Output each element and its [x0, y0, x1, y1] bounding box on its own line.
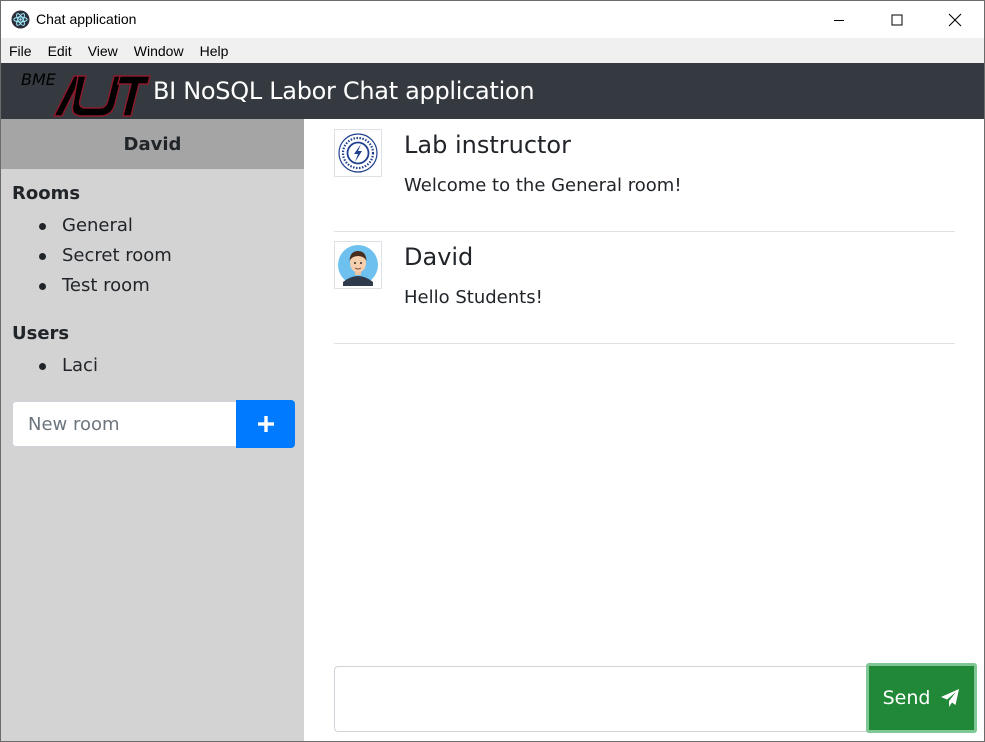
- message-text: Hello Students!: [404, 287, 543, 308]
- rooms-list: General Secret room Test room: [1, 211, 304, 301]
- users-heading: Users: [12, 323, 70, 344]
- maximize-icon: [891, 14, 903, 25]
- menu-edit[interactable]: Edit: [40, 43, 80, 59]
- menu-window[interactable]: Window: [126, 43, 192, 59]
- room-item-test-room[interactable]: Test room: [1, 271, 304, 301]
- logo-bme-text: BME: [21, 70, 57, 89]
- menu-bar: File Edit View Window Help: [1, 38, 984, 63]
- user-avatar-icon: [334, 241, 382, 289]
- maximize-button[interactable]: [868, 1, 926, 38]
- app-title: BI NoSQL Labor Chat application: [153, 77, 535, 105]
- user-item-laci[interactable]: Laci: [1, 351, 304, 381]
- send-button[interactable]: Send: [866, 663, 977, 733]
- message-input[interactable]: [334, 666, 874, 732]
- minimize-button[interactable]: [810, 1, 868, 38]
- users-list: Laci: [1, 351, 304, 381]
- title-bar: Chat application: [1, 1, 984, 38]
- room-item-general[interactable]: General: [1, 211, 304, 241]
- current-user-name: David: [1, 119, 304, 169]
- message-author: David: [404, 243, 474, 271]
- add-room-button[interactable]: [236, 400, 295, 448]
- new-room-input[interactable]: [12, 401, 236, 447]
- paper-plane-icon: [941, 689, 960, 707]
- menu-view[interactable]: View: [80, 43, 126, 59]
- bme-aut-logo: BME: [21, 70, 151, 117]
- sidebar: David Rooms General Secret room Test roo…: [1, 119, 304, 741]
- app-window: Chat application File Edit View Window H…: [0, 0, 985, 742]
- minimize-icon: [834, 19, 844, 21]
- room-item-secret-room[interactable]: Secret room: [1, 241, 304, 271]
- send-label: Send: [882, 687, 931, 709]
- electron-icon: [11, 10, 30, 29]
- close-button[interactable]: [926, 1, 984, 38]
- chat-panel: Lab instructor Welcome to the General ro…: [304, 119, 984, 741]
- window-title: Chat application: [36, 11, 137, 27]
- app-header: BME BI NoSQL Labor Chat application: [1, 63, 984, 119]
- message-author: Lab instructor: [404, 131, 571, 159]
- rooms-heading: Rooms: [12, 183, 81, 204]
- university-seal-icon: [334, 129, 382, 177]
- menu-help[interactable]: Help: [192, 43, 237, 59]
- close-icon: [948, 13, 962, 26]
- plus-icon: [257, 416, 274, 432]
- message-item: David Hello Students!: [334, 231, 955, 344]
- message-text: Welcome to the General room!: [404, 175, 682, 196]
- menu-file[interactable]: File: [1, 43, 40, 59]
- message-item: Lab instructor Welcome to the General ro…: [334, 119, 955, 232]
